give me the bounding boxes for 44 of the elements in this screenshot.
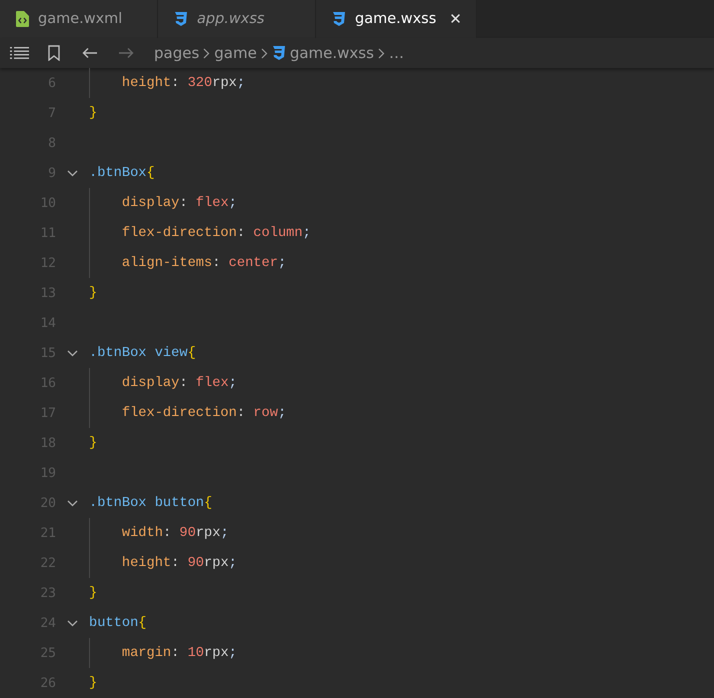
chevron-right-icon — [378, 48, 385, 58]
breadcrumb-item[interactable]: game — [214, 44, 257, 62]
code-line: } — [89, 586, 98, 600]
tab-label: game.wxml — [38, 11, 122, 27]
code-line: .btnBox button{ — [89, 496, 212, 510]
forward-arrow-icon[interactable] — [118, 47, 134, 59]
breadcrumb-item[interactable]: … — [388, 44, 404, 62]
code-line: } — [89, 436, 98, 450]
code-line: } — [89, 676, 98, 690]
chevron-right-icon — [203, 48, 210, 58]
breadcrumb-item[interactable]: game.wxss — [290, 44, 374, 62]
tab-label: game.wxss — [355, 11, 436, 27]
list-icon[interactable] — [10, 46, 30, 60]
editor-tab[interactable]: game.wxml — [0, 0, 158, 38]
code-line: .btnBox{ — [89, 166, 155, 180]
code-line: margin: 10rpx; — [120, 646, 237, 660]
editor-tab[interactable]: game.wxss ✕ — [316, 0, 477, 38]
code-line: align-items: center; — [120, 256, 286, 270]
code-line: display: flex; — [120, 376, 237, 390]
code-line: .btnBox view{ — [89, 346, 196, 360]
chevron-down-icon[interactable] — [67, 620, 78, 626]
code-line: button{ — [89, 616, 147, 630]
chevron-down-icon[interactable] — [67, 500, 78, 506]
code-line: flex-direction: row; — [120, 406, 286, 420]
css-file-icon — [272, 45, 286, 61]
editor-tab[interactable]: app.wxss — [158, 0, 316, 38]
code-line: } — [89, 106, 98, 120]
close-icon[interactable]: ✕ — [449, 10, 462, 28]
chevron-down-icon[interactable] — [67, 350, 78, 356]
css-file-icon — [332, 11, 346, 27]
code-line: flex-direction: column; — [120, 226, 311, 240]
file-code-icon — [16, 11, 29, 27]
code-line: } — [89, 286, 98, 300]
code-line: width: 90rpx; — [120, 526, 229, 540]
code-line: height: 90rpx; — [120, 556, 237, 570]
chevron-right-icon — [260, 48, 268, 58]
chevron-down-icon[interactable] — [67, 170, 78, 176]
back-arrow-icon[interactable] — [82, 47, 98, 59]
code-line: display: flex; — [120, 196, 237, 210]
breadcrumb-item[interactable]: pages — [154, 44, 200, 62]
bookmark-icon[interactable] — [48, 45, 60, 61]
tab-label: app.wxss — [197, 11, 264, 27]
code-line: height: 320rpx; — [120, 76, 246, 90]
css-file-icon — [174, 11, 188, 27]
